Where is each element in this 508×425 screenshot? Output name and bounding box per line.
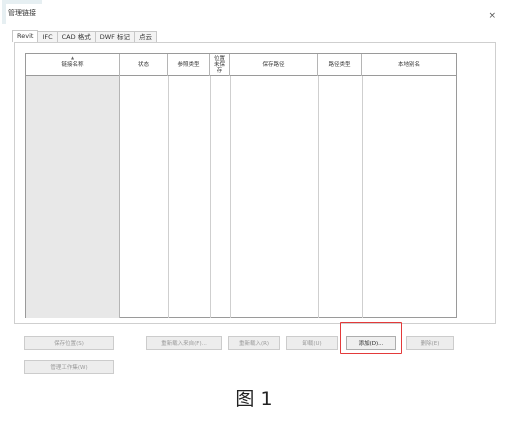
remove-button[interactable]: 删除(E) xyxy=(406,336,454,350)
col-header-local-alias[interactable]: 本地别名 xyxy=(362,54,456,76)
links-panel: ▲ 链接名称 状态 参照类型 位置未保存 保存路径 路径类型 本地别名 xyxy=(14,42,496,324)
col-header-saved-path[interactable]: 保存路径 xyxy=(230,54,318,76)
column-divider xyxy=(318,76,319,318)
manage-worksets-button[interactable]: 管理工作集(W) xyxy=(24,360,114,374)
col-header-position-not-saved[interactable]: 位置未保存 xyxy=(210,54,230,76)
tab-dwf-markups[interactable]: DWF 标记 xyxy=(94,31,135,42)
sort-ascending-icon: ▲ xyxy=(70,55,75,60)
dialog-title: 管理链接 xyxy=(8,9,36,17)
unload-button[interactable]: 卸载(U) xyxy=(286,336,338,350)
save-position-button[interactable]: 保存位置(S) xyxy=(24,336,114,350)
column-divider xyxy=(168,76,169,318)
col-header-link-name[interactable]: ▲ 链接名称 xyxy=(26,54,120,76)
reload-from-button[interactable]: 重新载入来自(F)... xyxy=(146,336,222,350)
tab-point-clouds[interactable]: 点云 xyxy=(133,31,157,42)
link-name-column xyxy=(26,76,120,318)
column-divider xyxy=(362,76,363,318)
tab-cad-formats[interactable]: CAD 格式 xyxy=(56,31,96,42)
col-header-reference-type[interactable]: 参照类型 xyxy=(168,54,210,76)
table-header: ▲ 链接名称 状态 参照类型 位置未保存 保存路径 路径类型 本地别名 xyxy=(26,54,456,76)
column-divider xyxy=(210,76,211,318)
close-icon[interactable]: × xyxy=(488,12,496,21)
column-divider xyxy=(230,76,231,318)
tab-revit[interactable]: Revit xyxy=(12,30,39,42)
col-header-path-type[interactable]: 路径类型 xyxy=(318,54,362,76)
screenshot: www.lcbim.c 管理链接 × Revit IFC CAD 格式 DWF … xyxy=(0,0,508,425)
col-header-status[interactable]: 状态 xyxy=(120,54,168,76)
links-table: ▲ 链接名称 状态 参照类型 位置未保存 保存路径 路径类型 本地别名 xyxy=(25,53,457,318)
figure-caption: 图 1 xyxy=(235,388,273,410)
tab-ifc[interactable]: IFC xyxy=(37,31,58,42)
tab-strip: Revit IFC CAD 格式 DWF 标记 点云 xyxy=(12,30,157,42)
reload-button[interactable]: 重新载入(R) xyxy=(228,336,280,350)
add-button-highlight-box xyxy=(340,322,402,354)
